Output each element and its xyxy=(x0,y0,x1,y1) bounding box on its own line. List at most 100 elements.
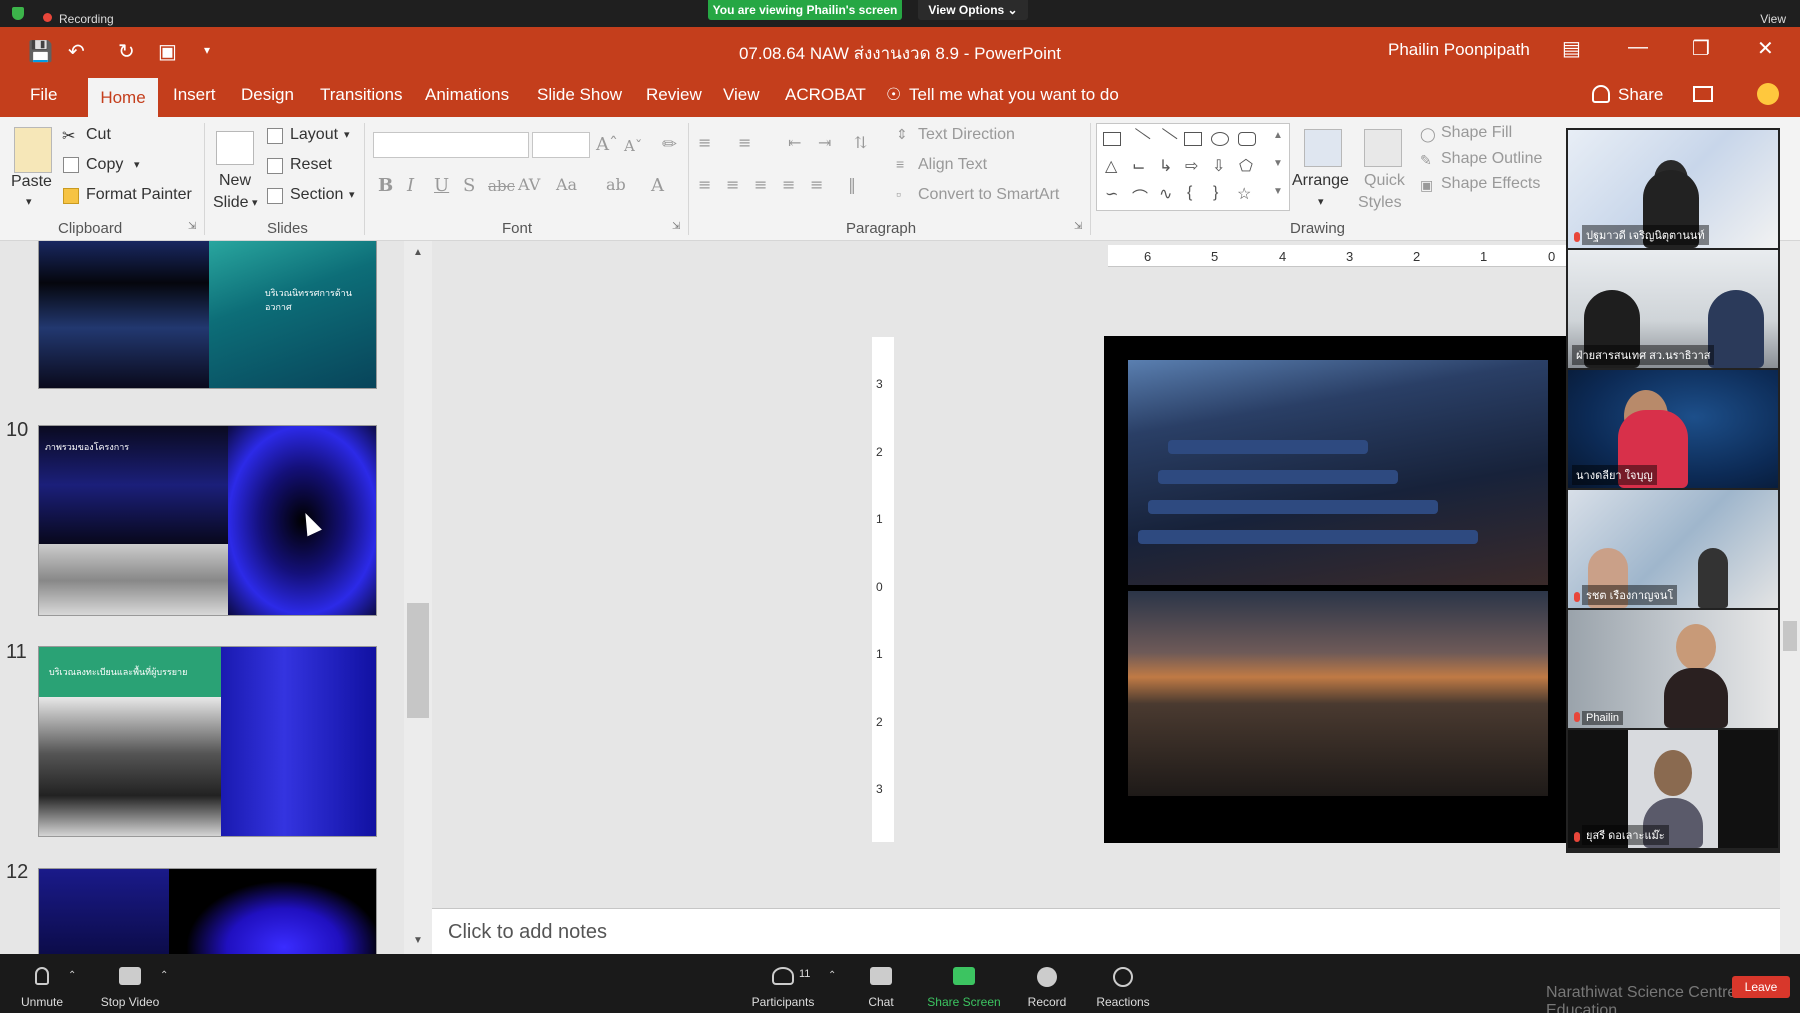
tab-home[interactable]: Home xyxy=(88,78,158,117)
slide-thumbnail-10[interactable]: ภาพรวมของโครงการ xyxy=(38,425,377,616)
audio-options-icon[interactable]: ⌃ xyxy=(68,970,76,981)
slide-thumbnail-11[interactable]: บริเวณลงทะเบียนและพื้นที่ผู้บรรยาย xyxy=(38,646,377,837)
increase-font-icon[interactable]: Aˆ xyxy=(596,134,618,155)
video-tile[interactable]: รชต เรืองกาญจนโ xyxy=(1568,490,1778,608)
reactions-button[interactable]: Reactions xyxy=(1088,954,1158,1013)
tab-acrobat[interactable]: ACROBAT xyxy=(785,85,866,105)
cut-button[interactable]: Cut xyxy=(86,126,111,144)
scroll-down-icon[interactable]: ▼ xyxy=(413,935,423,946)
paragraph-launcher-icon[interactable]: ⇲ xyxy=(1074,221,1082,232)
rounded-rect-shape-icon[interactable] xyxy=(1238,132,1256,146)
decrease-indent-icon[interactable]: ⇤ xyxy=(788,133,801,152)
security-shield-icon[interactable] xyxy=(12,7,24,20)
copy-dropdown-icon[interactable]: ▾ xyxy=(134,158,140,171)
quick-styles-label-1[interactable]: Quick xyxy=(1364,172,1405,190)
tab-design[interactable]: Design xyxy=(241,85,294,105)
slide-thumbnail-panel[interactable]: บริเวณนิทรรศการด้านอวกาศ 10 ภาพรวมของโคร… xyxy=(0,241,432,954)
participants-options-icon[interactable]: ⌃ xyxy=(828,970,836,981)
right-brace-shape-icon[interactable]: } xyxy=(1213,184,1218,202)
down-arrow-shape-icon[interactable]: ⇩ xyxy=(1212,156,1225,176)
view-button[interactable]: View xyxy=(1760,12,1786,26)
clipboard-launcher-icon[interactable]: ⇲ xyxy=(188,221,196,232)
close-icon[interactable]: ✕ xyxy=(1757,36,1774,61)
video-tile[interactable]: ปฐมาวดี เจริญนิตุตานนท์ xyxy=(1568,130,1778,248)
freeform-shape-icon[interactable]: ⬠ xyxy=(1239,156,1253,176)
paste-icon[interactable] xyxy=(14,127,52,173)
video-tile[interactable]: ยุสรี ดอเลาะแม๊ะ xyxy=(1568,730,1778,848)
slide-photo-theater-seats[interactable] xyxy=(1128,360,1548,585)
font-launcher-icon[interactable]: ⇲ xyxy=(672,221,680,232)
shape-effects-button[interactable]: Shape Effects xyxy=(1441,175,1540,193)
elbow-arrow-icon[interactable]: ↳ xyxy=(1159,156,1172,176)
feedback-smiley-icon[interactable] xyxy=(1757,83,1779,105)
gallery-up-icon[interactable]: ▲ xyxy=(1273,130,1283,141)
columns-icon[interactable]: ‖ xyxy=(848,175,856,194)
shapes-gallery[interactable]: △ ⌙ ↳ ⇨ ⇩ ⬠ ∽ ⌒ ∿ { } ☆ ▲ ▼ ▼ xyxy=(1096,123,1290,211)
arrange-dropdown-icon[interactable]: ▾ xyxy=(1318,195,1324,208)
underline-icon[interactable]: U xyxy=(434,175,449,196)
notes-placeholder[interactable]: Click to add notes xyxy=(448,921,607,944)
unmute-button[interactable]: Unmute xyxy=(12,954,72,1013)
tab-review[interactable]: Review xyxy=(646,85,702,105)
restore-icon[interactable]: ❐ xyxy=(1692,36,1710,61)
reset-button[interactable]: Reset xyxy=(290,156,332,174)
ribbon-display-icon[interactable]: ▤ xyxy=(1562,36,1581,61)
format-painter-button[interactable]: Format Painter xyxy=(86,186,192,204)
paste-dropdown-icon[interactable]: ▾ xyxy=(26,195,32,208)
right-arrow-shape-icon[interactable]: ⇨ xyxy=(1185,156,1198,176)
tab-file[interactable]: File xyxy=(30,85,57,105)
arrow-line-shape-icon[interactable] xyxy=(1154,128,1178,150)
view-options-button[interactable]: View Options ⌄ xyxy=(918,0,1028,20)
video-tile[interactable]: นางดลียา ใจบุญ xyxy=(1568,370,1778,488)
numbering-icon[interactable]: ≡ xyxy=(738,133,751,152)
tab-insert[interactable]: Insert xyxy=(173,85,216,105)
align-right-icon[interactable]: ≡ xyxy=(754,175,767,194)
scribble-shape-icon[interactable]: ∽ xyxy=(1105,184,1118,204)
slide-photo-dome-sunset[interactable] xyxy=(1128,591,1548,796)
slide-thumbnail-12[interactable] xyxy=(38,868,377,954)
change-case-icon[interactable]: Aa xyxy=(556,175,577,194)
leave-button[interactable]: Leave xyxy=(1732,976,1790,998)
video-options-icon[interactable]: ⌃ xyxy=(160,970,168,981)
right-scrollbar[interactable] xyxy=(1780,241,1800,954)
record-button[interactable]: Record xyxy=(1018,954,1076,1013)
section-dropdown-icon[interactable]: ▾ xyxy=(349,188,355,201)
textbox-shape-icon[interactable] xyxy=(1103,132,1121,146)
align-left-icon[interactable]: ≡ xyxy=(698,175,711,194)
justify-icon[interactable]: ≡ xyxy=(782,175,795,194)
account-name[interactable]: Phailin Poonpipath xyxy=(1388,40,1530,60)
star-shape-icon[interactable]: ☆ xyxy=(1237,184,1251,204)
oval-shape-icon[interactable] xyxy=(1211,132,1229,146)
stop-video-button[interactable]: Stop Video xyxy=(94,954,166,1013)
tab-transitions[interactable]: Transitions xyxy=(320,85,403,105)
section-button[interactable]: Section xyxy=(290,186,343,204)
clear-formatting-icon[interactable]: ✏ xyxy=(662,134,677,155)
line-shape-icon[interactable] xyxy=(1127,128,1151,150)
gallery-down-icon[interactable]: ▼ xyxy=(1273,158,1283,169)
bold-icon[interactable]: B xyxy=(378,175,393,196)
share-screen-button[interactable]: Share Screen xyxy=(924,954,1004,1013)
quick-styles-icon[interactable] xyxy=(1364,129,1402,167)
tell-me-search[interactable]: Tell me what you want to do xyxy=(909,85,1119,105)
tab-slide-show[interactable]: Slide Show xyxy=(537,85,622,105)
font-color-icon[interactable]: A xyxy=(651,175,664,196)
line-spacing-icon[interactable]: ⇅ xyxy=(854,133,867,152)
comments-icon[interactable] xyxy=(1693,86,1713,102)
bullets-icon[interactable]: ≡ xyxy=(698,133,711,152)
layout-button[interactable]: Layout xyxy=(290,126,338,144)
new-slide-label-1[interactable]: New xyxy=(219,172,251,190)
paste-button[interactable]: Paste xyxy=(11,173,52,191)
shadow-icon[interactable]: S xyxy=(463,175,475,196)
slide-thumbnail-9[interactable]: บริเวณนิทรรศการด้านอวกาศ xyxy=(38,241,377,389)
video-tile[interactable]: Phailin xyxy=(1568,610,1778,728)
text-direction-button[interactable]: Text Direction xyxy=(918,126,1015,144)
curve-shape-icon[interactable]: ∿ xyxy=(1159,184,1172,204)
thumbnail-scrollbar[interactable]: ▲ ▼ xyxy=(404,241,432,954)
align-text-button[interactable]: Align Text xyxy=(918,156,987,174)
minimize-icon[interactable]: — xyxy=(1628,36,1648,59)
align-center-icon[interactable]: ≡ xyxy=(726,175,739,194)
tab-animations[interactable]: Animations xyxy=(425,85,509,105)
strikethrough-icon[interactable]: abc xyxy=(488,177,515,195)
video-tile[interactable]: ฝ่ายสารสนเทศ สว.นราธิวาส xyxy=(1568,250,1778,368)
layout-dropdown-icon[interactable]: ▾ xyxy=(344,128,350,141)
